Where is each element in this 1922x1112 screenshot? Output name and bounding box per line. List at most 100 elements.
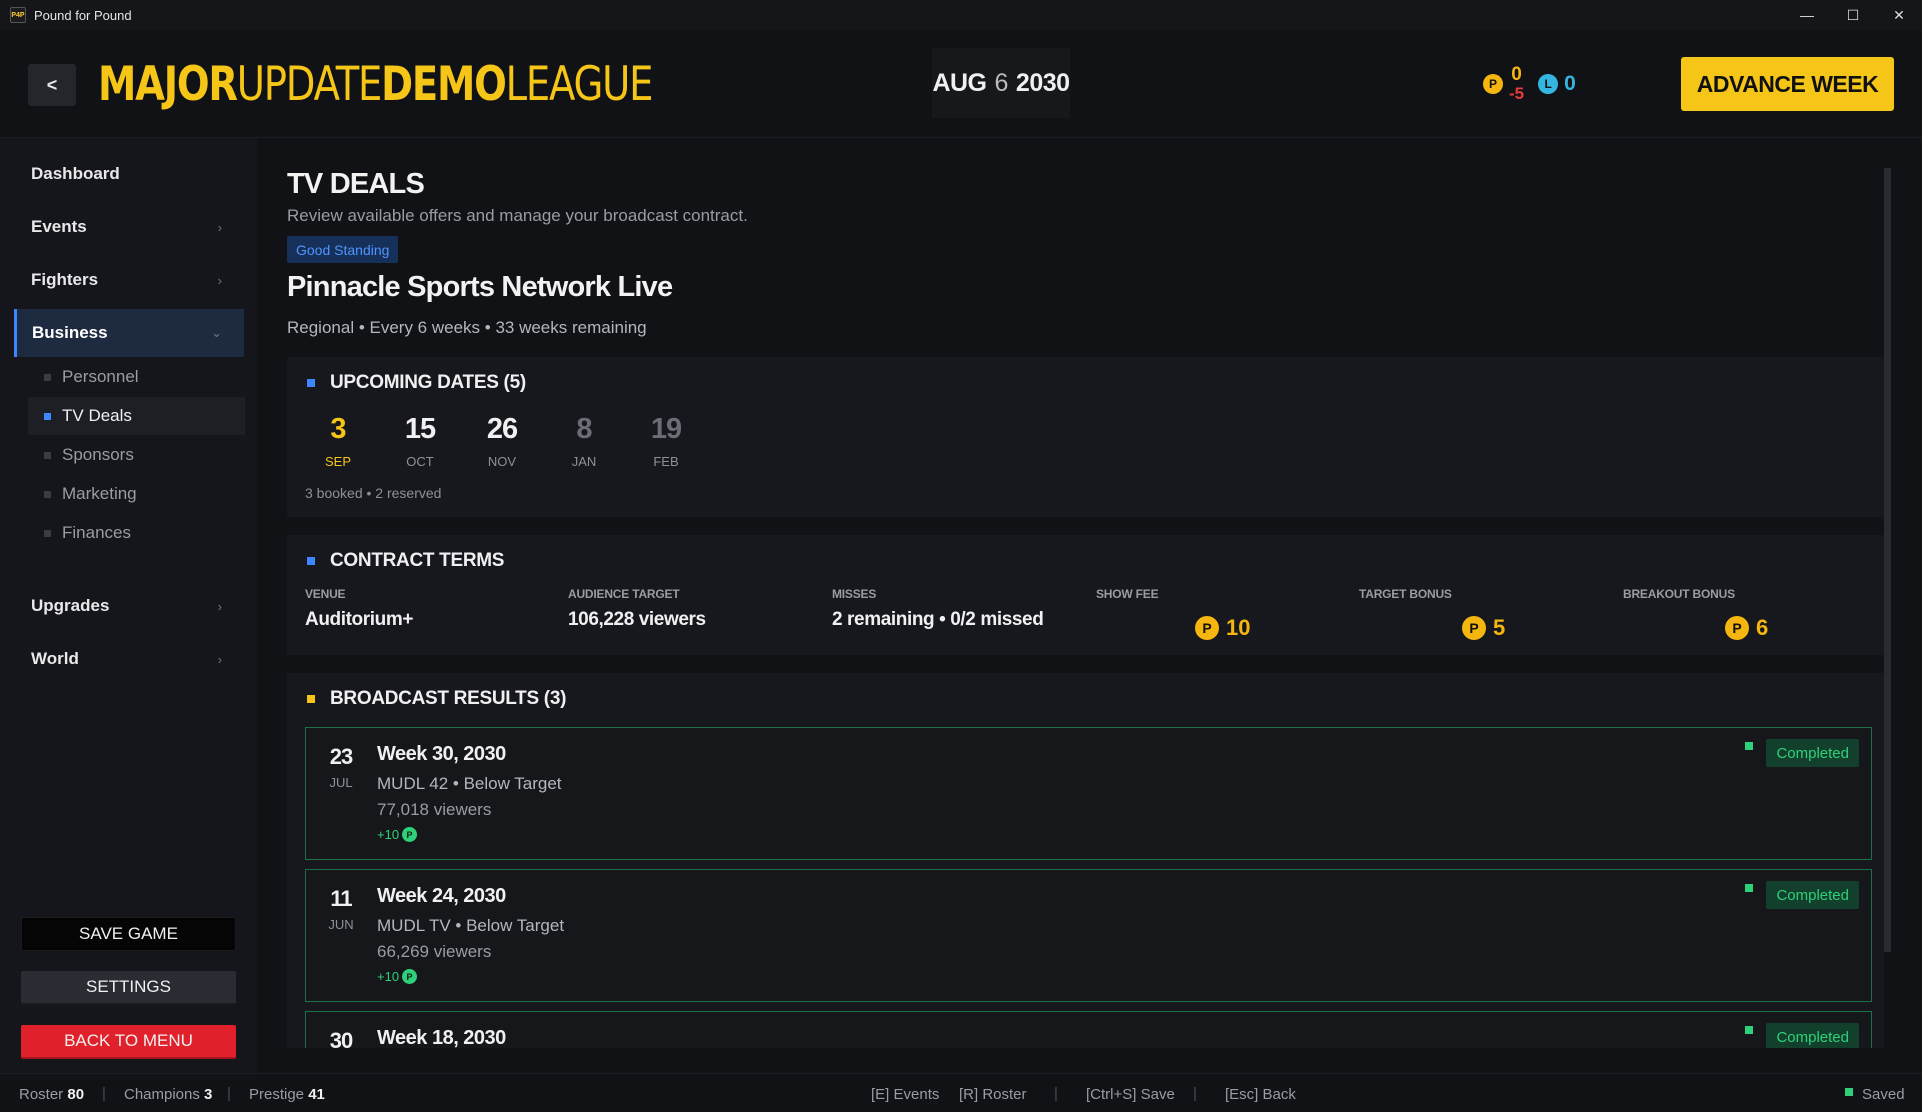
status-bar: Roster 80 | Champions 3 | Prestige 41 [E… (0, 1073, 1922, 1112)
saved-status: Saved (1862, 1086, 1905, 1103)
upcoming-date[interactable]: 8 JAN (564, 413, 604, 469)
sidebar-subitem-sponsors[interactable]: Sponsors (28, 436, 245, 474)
term-value: 10 (1226, 615, 1251, 640)
prestige-coin-icon: P (1195, 616, 1219, 640)
result-title: Week 18, 2030 (377, 1027, 506, 1048)
broadcast-result-card[interactable]: 30 Week 18, 2030 Completed (305, 1011, 1872, 1048)
hint-save[interactable]: [Ctrl+S] Save (1086, 1086, 1175, 1103)
advance-week-button[interactable]: ADVANCE WEEK (1681, 57, 1894, 111)
league-title-part: DEMO (381, 57, 507, 112)
title-bar: P4P Pound for Pound — ☐ ✕ (0, 0, 1922, 30)
sidebar-item-world[interactable]: World › (14, 635, 244, 683)
upcoming-dates-summary: 3 booked • 2 reserved (305, 485, 442, 501)
league-title-part: MAJOR (98, 57, 238, 112)
sidebar-item-business[interactable]: Business ⌄ (14, 309, 244, 357)
date-year: 2030 (1015, 68, 1070, 97)
scrollbar-thumb[interactable] (1884, 168, 1891, 952)
term-value: Auditorium+ (305, 609, 414, 630)
sidebar-subitem-finances[interactable]: Finances (28, 514, 245, 552)
term-label: VENUE (305, 587, 346, 601)
prestige-coin-icon: P (402, 827, 418, 842)
roster-label: Roster (19, 1086, 64, 1103)
result-month: JUL (329, 775, 353, 790)
divider: | (102, 1085, 106, 1102)
result-gain: +10 P (377, 827, 418, 842)
upcoming-date-month: OCT (406, 454, 434, 469)
prestige-currency-delta: -5 (1509, 84, 1525, 103)
top-header: < MAJORUPDATEDEMOLEAGUE AUG 6 2030 P 0 -… (0, 30, 1922, 138)
upcoming-date-day: 15 (404, 413, 436, 445)
result-day: 30 (329, 1028, 353, 1048)
champions-label: Champions (124, 1086, 200, 1103)
close-icon[interactable]: ✕ (1876, 0, 1922, 30)
minimize-icon[interactable]: — (1784, 0, 1830, 30)
upcoming-date[interactable]: 26 NOV (482, 413, 522, 469)
broadcast-result-card[interactable]: 23 JUL Week 30, 2030 MUDL 42 • Below Tar… (305, 727, 1872, 860)
broadcast-results-title: BROADCAST RESULTS (3) (306, 688, 567, 709)
result-viewers: 66,269 viewers (377, 942, 492, 961)
upcoming-date-day: 8 (576, 413, 592, 445)
result-day: 23 (329, 744, 353, 769)
upcoming-date-day: 19 (650, 413, 682, 445)
currency-display: P 0 -5 L 0 (1483, 60, 1576, 108)
network-name: Pinnacle Sports Network Live (287, 271, 673, 303)
sidebar-subitem-personnel[interactable]: Personnel (28, 358, 245, 396)
sidebar-item-dashboard[interactable]: Dashboard (14, 150, 244, 198)
app-window: P4P Pound for Pound — ☐ ✕ < MAJORUPDATED… (0, 0, 1922, 1112)
champions-value: 3 (204, 1086, 213, 1103)
hint-events[interactable]: [E] Events (871, 1086, 939, 1103)
save-game-button[interactable]: SAVE GAME (21, 917, 236, 951)
back-button[interactable]: < (28, 64, 76, 106)
roster-count: Roster 80 (19, 1086, 84, 1103)
result-month: JUN (328, 917, 354, 932)
sidebar-subitem-tv-deals[interactable]: TV Deals (28, 397, 245, 435)
prestige-currency-value: 0 (1511, 64, 1522, 85)
prestige-count: Prestige 41 (249, 1086, 325, 1103)
sidebar-item-label: Events (31, 217, 87, 236)
broadcast-result-card[interactable]: 11 JUN Week 24, 2030 MUDL TV • Below Tar… (305, 869, 1872, 1002)
upcoming-date-day: 26 (486, 413, 518, 445)
result-day: 11 (330, 886, 352, 911)
chevron-right-icon: › (217, 651, 222, 667)
hint-roster[interactable]: [R] Roster (959, 1086, 1027, 1103)
sidebar-item-fighters[interactable]: Fighters › (14, 256, 244, 304)
sidebar-subitem-label: TV Deals (62, 406, 132, 425)
saved-status-icon (1845, 1088, 1853, 1096)
upcoming-date[interactable]: 3 SEP (318, 413, 358, 469)
term-label: BREAKOUT BONUS (1623, 587, 1735, 601)
sidebar-item-label: World (31, 649, 79, 668)
term-value: 6 (1756, 615, 1769, 640)
prestige-coin-icon: P (402, 969, 418, 984)
term-value: 106,228 viewers (568, 609, 706, 630)
sidebar-subitem-label: Sponsors (62, 445, 134, 464)
term-show-fee: SHOW FEE (1096, 587, 1159, 601)
result-gain-value: +10 (377, 827, 400, 842)
legacy-currency-value: 0 (1564, 72, 1576, 95)
upcoming-date[interactable]: 15 OCT (400, 413, 440, 469)
legacy-coin-icon: L (1538, 74, 1559, 94)
status-dot-icon (1745, 884, 1753, 892)
hint-back[interactable]: [Esc] Back (1225, 1086, 1296, 1103)
app-logo-icon: P4P (10, 7, 26, 23)
champions-count: Champions 3 (124, 1086, 212, 1103)
date-month: AUG (932, 68, 987, 97)
window-controls: — ☐ ✕ (1784, 0, 1922, 30)
back-to-menu-button[interactable]: BACK TO MENU (21, 1025, 236, 1059)
divider: | (1054, 1085, 1058, 1102)
term-label: AUDIENCE TARGET (568, 587, 680, 601)
sidebar-item-events[interactable]: Events › (14, 203, 244, 251)
settings-button[interactable]: SETTINGS (21, 971, 236, 1005)
page-title: TV DEALS (287, 168, 425, 200)
upcoming-dates-title: UPCOMING DATES (5) (307, 372, 526, 393)
league-title: MAJORUPDATEDEMOLEAGUE (98, 57, 653, 112)
window-title: Pound for Pound (34, 7, 132, 23)
sidebar-subitem-marketing[interactable]: Marketing (28, 475, 245, 513)
upcoming-date[interactable]: 19 FEB (646, 413, 686, 469)
prestige-value: 41 (308, 1086, 325, 1103)
maximize-icon[interactable]: ☐ (1830, 0, 1876, 30)
result-event-line: MUDL TV • Below Target (377, 916, 565, 935)
sidebar-item-upgrades[interactable]: Upgrades › (14, 582, 244, 630)
sidebar-item-label: Business (32, 323, 108, 342)
status-badge: Completed (1766, 1023, 1859, 1048)
term-label: TARGET BONUS (1359, 587, 1452, 601)
